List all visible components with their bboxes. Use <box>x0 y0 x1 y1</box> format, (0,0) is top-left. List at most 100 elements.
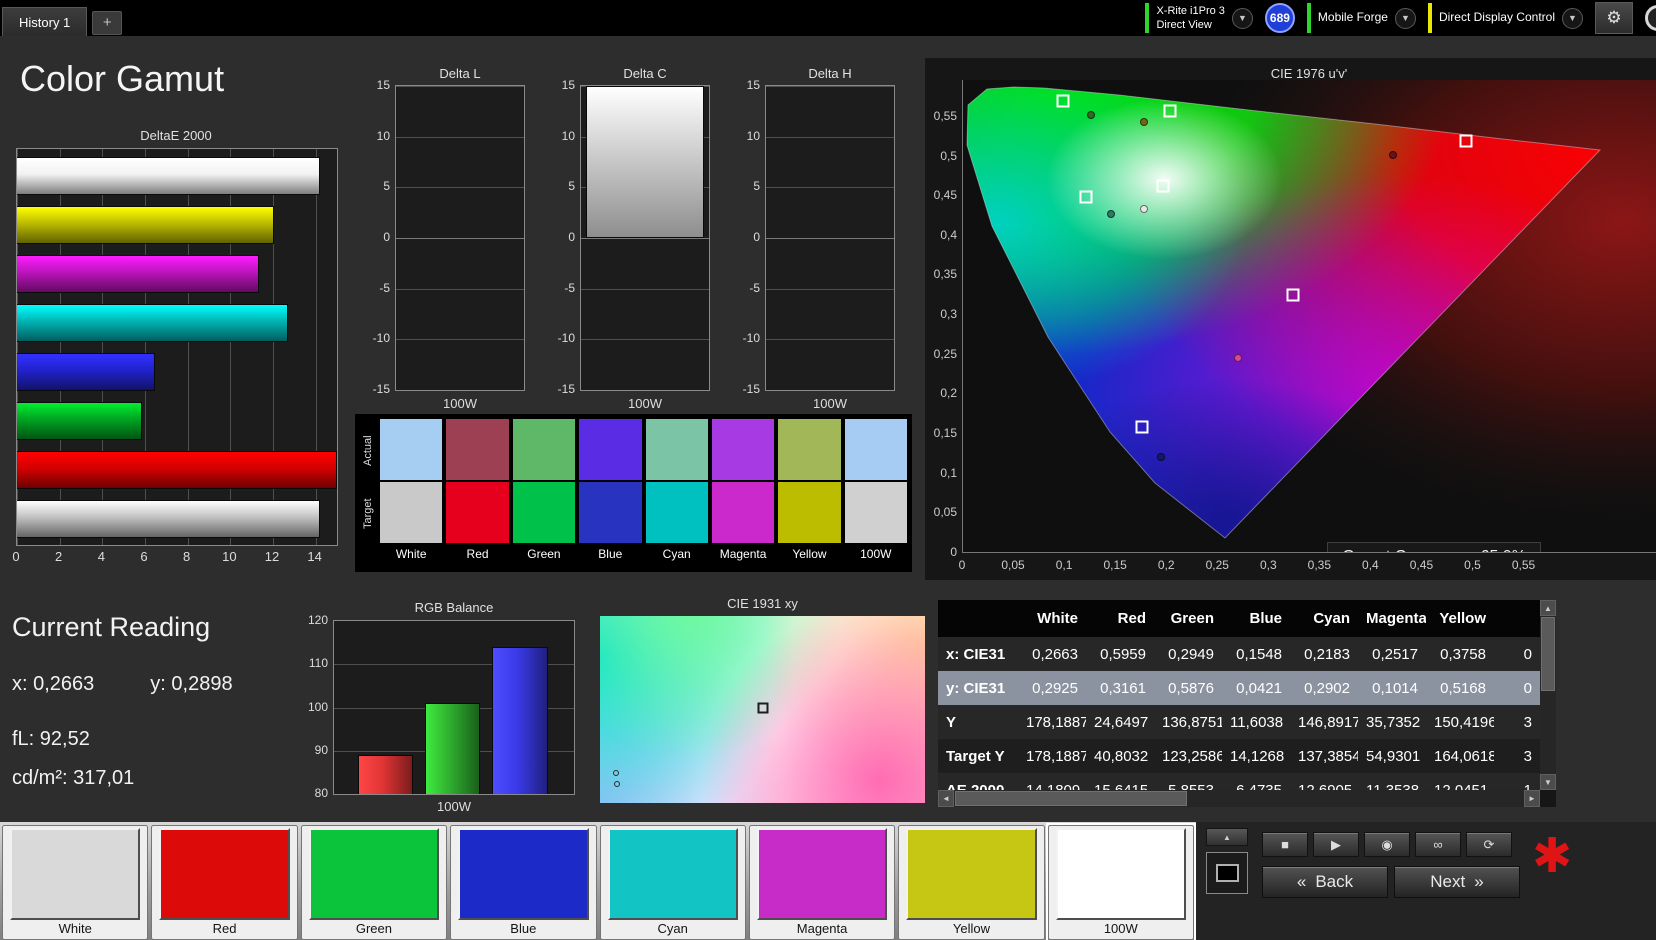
y-tick-label: 15 <box>746 78 760 92</box>
collapse-panel-button[interactable]: ▲ <box>1206 828 1248 846</box>
pattern-window-button[interactable] <box>1206 852 1248 894</box>
gridline <box>396 86 524 87</box>
table-cell: 0,2517 <box>1372 645 1418 663</box>
delta-c-plot <box>580 85 710 391</box>
gridline <box>766 86 894 87</box>
scroll-right-icon[interactable]: ► <box>1524 790 1540 807</box>
cie1931-title: CIE 1931 xy <box>727 596 798 611</box>
table-cell: 0,2925 <box>1032 679 1078 697</box>
swatch-column-blue: Blue <box>579 419 642 567</box>
table-cell: 15,6415 <box>1094 781 1149 791</box>
deltae-bar-white <box>17 156 320 195</box>
patch-button-blue[interactable]: Blue <box>450 825 597 940</box>
swatch-label: Red <box>466 547 489 561</box>
y-tick-label: -10 <box>557 331 575 346</box>
y-tick-label: 0 <box>950 545 957 559</box>
x-tick-label: 10 <box>222 549 237 564</box>
y-tick-label: 90 <box>314 742 328 757</box>
loop-button[interactable]: ⟳ <box>1466 832 1512 857</box>
y-tick-label: 10 <box>561 128 575 143</box>
table-cell: 146,8917 <box>1298 713 1358 731</box>
gamut-coverage-readout: Gamut Coverage: 65,9% <box>1327 542 1541 552</box>
scroll-left-icon[interactable]: ◄ <box>938 790 954 807</box>
cie1976-x-axis: 0 0,05 0,1 0,15 0,2 0,25 0,3 0,35 0,4 0,45 0,5 0,55 <box>959 558 1656 576</box>
table-horizontal-scrollbar[interactable]: ◄ ► <box>938 790 1540 807</box>
stop-button[interactable]: ■ <box>1262 832 1308 857</box>
x-tick-label: 0,1 <box>1055 558 1073 572</box>
table-cell: 0,5876 <box>1168 679 1214 697</box>
swatch-label: Yellow <box>792 547 827 561</box>
target-marker-yellow <box>1163 104 1177 118</box>
table-corner-cell <box>938 600 1018 637</box>
patch-button-100w[interactable]: 100W <box>1045 823 1197 940</box>
delta-h-plot <box>765 85 895 391</box>
swatch-target-blue <box>579 482 642 543</box>
play-button[interactable]: ▶ <box>1313 832 1359 857</box>
gridline <box>581 288 709 290</box>
horizontal-scroll-thumb[interactable] <box>955 791 1187 806</box>
vertical-scroll-thumb[interactable] <box>1541 617 1555 691</box>
y-tick-label: 120 <box>307 613 328 627</box>
continuous-measure-button[interactable]: ∞ <box>1415 832 1461 857</box>
y-tick-label: 0,4 <box>940 227 957 242</box>
table-cell: 6,4735 <box>1236 781 1282 791</box>
swatch-label: Green <box>527 547 561 561</box>
patch-button-white[interactable]: White <box>2 825 149 940</box>
swatch-label: White <box>395 547 427 561</box>
x-tick-label: 0 <box>12 549 20 564</box>
next-button[interactable]: Next » <box>1394 866 1520 898</box>
back-button[interactable]: « Back <box>1262 866 1388 898</box>
chevron-down-icon[interactable]: ▼ <box>1394 7 1416 29</box>
gridline <box>581 390 709 391</box>
reading-fl: fL: 92,52 <box>12 728 90 750</box>
chevron-down-icon[interactable]: ▼ <box>1562 7 1583 29</box>
gridline <box>396 288 524 290</box>
chevron-down-icon[interactable]: ▼ <box>1231 7 1253 29</box>
session-icon[interactable] <box>1645 5 1656 31</box>
current-reading-panel: Current Reading x: 0,2663 y: 0,2898 fL: … <box>12 612 233 806</box>
meter-selector[interactable]: X-Rite i1Pro 3 Direct View ▼ <box>1145 0 1253 36</box>
workflow-selector[interactable]: Mobile Forge ▼ <box>1306 0 1416 36</box>
delta-c-bar <box>586 86 704 238</box>
gridline <box>766 136 894 138</box>
deltae-bar-blue <box>17 352 156 391</box>
single-measure-button[interactable]: ◉ <box>1364 832 1410 857</box>
patch-button-green[interactable]: Green <box>300 825 448 940</box>
add-tab-button[interactable]: + <box>92 11 123 35</box>
patch-button-label: Red <box>212 921 237 936</box>
deltae2000-plot <box>16 148 338 546</box>
tab-history-1[interactable]: History 1 <box>2 6 88 36</box>
cie1931-plot <box>600 616 925 803</box>
x-tick-label: 0,3 <box>1259 558 1277 572</box>
y-tick-label: 5 <box>383 179 390 194</box>
next-label: Next <box>1430 872 1466 891</box>
y-tick-label: 0 <box>383 230 390 244</box>
table-cell: 0,2663 <box>1032 645 1078 663</box>
y-tick-label: -15 <box>557 382 575 396</box>
y-tick-label: 0,35 <box>933 267 957 282</box>
patch-button-yellow[interactable]: Yellow <box>898 825 1045 940</box>
rgb-balance-title: RGB Balance <box>414 600 494 615</box>
row-label: Target Y <box>946 747 1005 765</box>
measured-point-cyan <box>1107 210 1116 219</box>
patch-color-swatch <box>159 828 290 920</box>
scroll-down-icon[interactable]: ▼ <box>1540 774 1556 790</box>
scroll-up-icon[interactable]: ▲ <box>1540 600 1556 616</box>
gridline <box>581 339 709 341</box>
gear-icon[interactable]: ⚙ <box>1595 2 1633 34</box>
patch-button-red[interactable]: Red <box>151 825 298 940</box>
row-label: x: CIE31 <box>946 645 1006 663</box>
bottom-control-strip: White Red Green Blue Cyan Magenta Yellow 100W ▲… <box>0 822 1656 940</box>
deltae2000-x-axis: 0 2 4 6 8 10 12 14 <box>12 549 336 567</box>
table-cell: 178,1887 <box>1026 713 1086 731</box>
play-icon: ▶ <box>1331 836 1341 852</box>
table-cell: 3 <box>1523 713 1532 731</box>
patch-button-magenta[interactable]: Magenta <box>748 825 896 940</box>
table-vertical-scrollbar[interactable]: ▲ ▼ <box>1540 600 1556 790</box>
reading-y: y: 0,2898 <box>150 673 233 695</box>
swatch-target-cyan <box>645 482 708 543</box>
y-tick-label: -5 <box>379 280 390 295</box>
patch-button-cyan[interactable]: Cyan <box>599 825 746 940</box>
deltae2000-title: DeltaE 2000 <box>140 128 212 143</box>
display-control-selector[interactable]: Direct Display Control ▼ <box>1427 0 1583 36</box>
